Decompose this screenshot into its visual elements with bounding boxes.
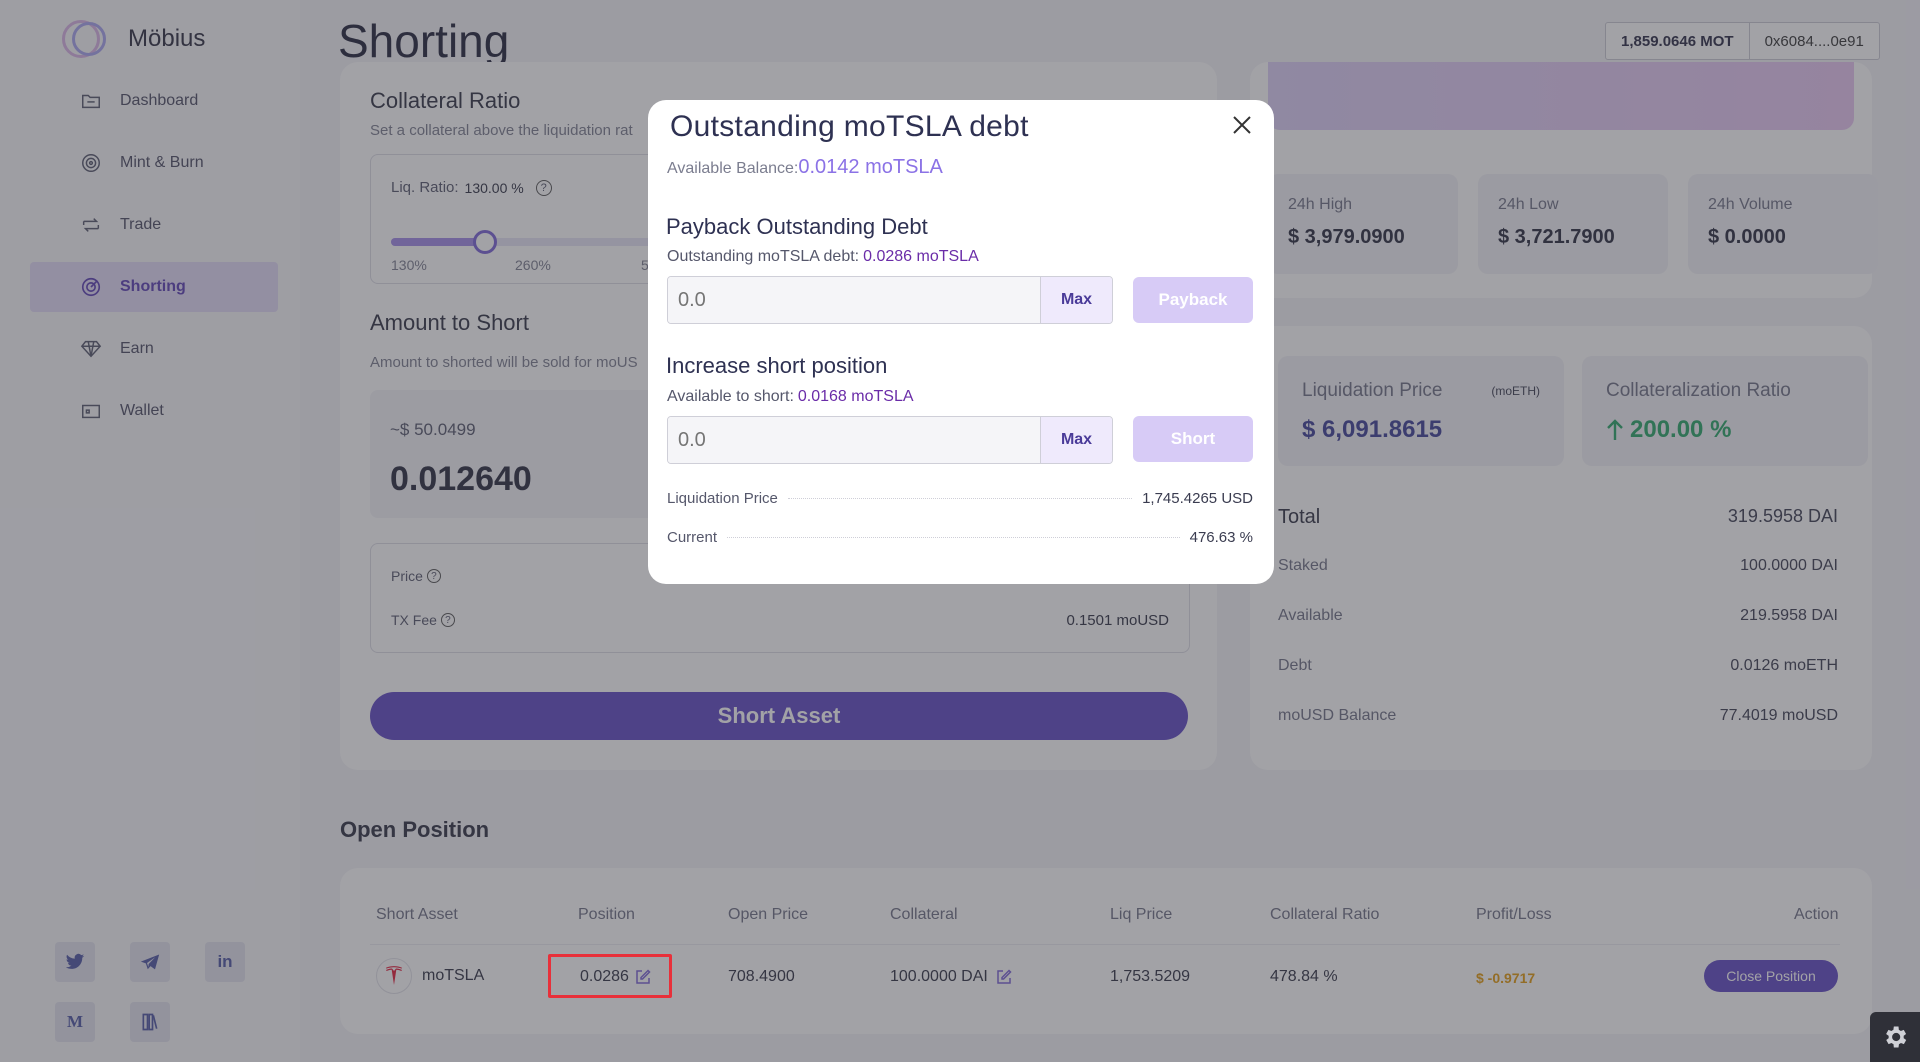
short-button[interactable]: Short <box>1133 416 1253 462</box>
position-highlight-box <box>548 954 672 998</box>
close-icon[interactable] <box>1228 112 1256 140</box>
payback-amount-input[interactable] <box>668 277 1040 323</box>
modal-current-row: Current 476.63 % <box>667 529 1253 546</box>
increase-position-title: Increase short position <box>666 353 888 378</box>
modal-current-value: 476.63 % <box>1189 529 1253 546</box>
dotted-leader <box>787 498 1133 499</box>
available-balance: Available Balance:0.0142 moTSLA <box>667 156 943 179</box>
available-balance-label: Available Balance: <box>667 160 799 177</box>
payback-button[interactable]: Payback <box>1133 277 1253 323</box>
outstanding-debt-modal: Outstanding moTSLA debt Available Balanc… <box>648 100 1274 584</box>
modal-liq-label: Liquidation Price <box>667 490 778 507</box>
modal-title: Outstanding moTSLA debt <box>670 110 1029 143</box>
available-to-short-line: Available to short: 0.0168 moTSLA <box>667 388 914 406</box>
short-input-group: Max <box>667 416 1113 464</box>
outstanding-debt-label: Outstanding moTSLA debt: <box>667 248 860 265</box>
modal-current-label: Current <box>667 529 718 546</box>
available-to-short-label: Available to short: <box>667 388 794 405</box>
settings-gear-icon[interactable] <box>1870 1012 1920 1062</box>
outstanding-debt-line: Outstanding moTSLA debt: 0.0286 moTSLA <box>667 248 979 266</box>
available-to-short-value: 0.0168 moTSLA <box>797 388 914 405</box>
short-amount-input[interactable] <box>668 417 1040 463</box>
outstanding-debt-value: 0.0286 moTSLA <box>863 248 979 265</box>
payback-input-group: Max <box>667 276 1113 324</box>
modal-liq-value: 1,745.4265 USD <box>1142 490 1253 507</box>
available-balance-value: 0.0142 moTSLA <box>798 156 943 178</box>
modal-liquidation-row: Liquidation Price 1,745.4265 USD <box>667 490 1253 507</box>
payback-max-button[interactable]: Max <box>1040 277 1112 323</box>
payback-title: Payback Outstanding Debt <box>666 214 928 239</box>
short-max-button[interactable]: Max <box>1040 417 1112 463</box>
dotted-leader <box>727 537 1180 538</box>
